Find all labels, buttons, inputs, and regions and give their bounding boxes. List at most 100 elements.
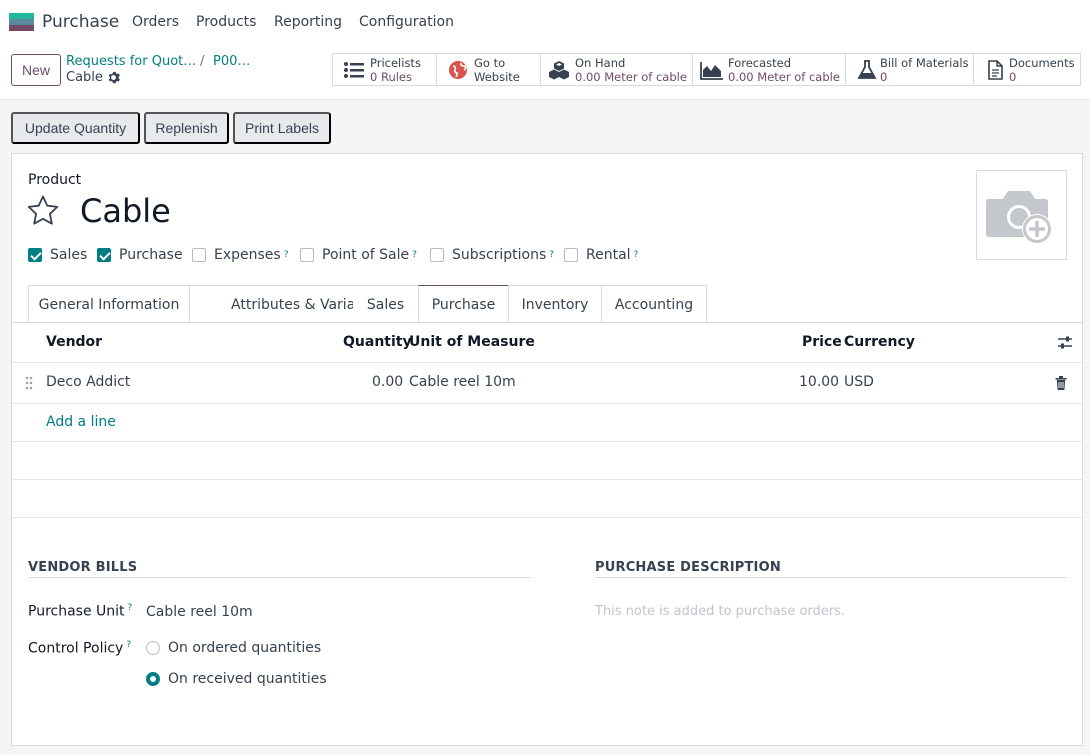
gear-icon[interactable] bbox=[107, 71, 120, 84]
subscriptions-check-box[interactable] bbox=[430, 248, 444, 262]
form-sheet: Product Cable Sales Purchase Expenses ? bbox=[11, 153, 1083, 746]
row-quantity[interactable]: 0.00 bbox=[372, 374, 403, 390]
on-hand-label: On Hand bbox=[575, 56, 626, 70]
point-of-sale-check-box[interactable] bbox=[300, 248, 314, 262]
app-name[interactable]: Purchase bbox=[42, 12, 119, 32]
purchase-unit-help-icon[interactable]: ? bbox=[128, 603, 133, 613]
pricelists-value: 0 Rules bbox=[370, 70, 412, 84]
breadcrumb-po[interactable]: P00… bbox=[213, 54, 250, 69]
column-unit-of-measure[interactable]: Unit of Measure bbox=[409, 334, 535, 350]
row-divider bbox=[12, 403, 1082, 404]
expenses-checkbox[interactable]: Expenses ? bbox=[192, 247, 289, 263]
expenses-help-icon[interactable]: ? bbox=[284, 250, 289, 260]
document-icon bbox=[988, 60, 1003, 80]
go-to-website-smart-button[interactable]: Go to Website bbox=[436, 53, 541, 86]
purchase-check-box[interactable] bbox=[97, 248, 111, 262]
add-line-divider bbox=[12, 441, 1082, 442]
subscriptions-checkbox[interactable]: Subscriptions ? bbox=[430, 247, 554, 263]
camera-add-icon bbox=[986, 191, 1052, 244]
go-to-label: Go to bbox=[474, 56, 506, 70]
drag-handle-icon[interactable] bbox=[25, 376, 33, 390]
row-vendor[interactable]: Deco Addict bbox=[46, 374, 130, 390]
documents-smart-button[interactable]: Documents 0 bbox=[973, 53, 1081, 86]
point-of-sale-checkbox[interactable]: Point of Sale ? bbox=[300, 247, 417, 263]
tab-sales[interactable]: Sales bbox=[353, 285, 419, 323]
tab-purchase[interactable]: Purchase bbox=[418, 285, 509, 323]
menu-reporting[interactable]: Reporting bbox=[274, 14, 342, 30]
purchase-description-divider bbox=[595, 577, 1067, 578]
subscriptions-help-icon[interactable]: ? bbox=[549, 250, 554, 260]
rental-check-label: Rental bbox=[586, 247, 631, 263]
forecasted-label: Forecasted bbox=[728, 56, 792, 70]
on-hand-smart-button[interactable]: On Hand 0.00 Meter of cable bbox=[540, 53, 693, 86]
vendor-bills-title: VENDOR BILLS bbox=[28, 560, 138, 575]
cubes-icon bbox=[549, 61, 569, 80]
header-divider bbox=[12, 362, 1082, 363]
print-labels-button[interactable]: Print Labels bbox=[233, 112, 331, 144]
bill-of-materials-smart-button[interactable]: Bill of Materials 0 bbox=[845, 53, 974, 86]
tab-accounting[interactable]: Accounting bbox=[601, 285, 707, 323]
pricelists-label: Pricelists bbox=[370, 56, 421, 70]
menu-configuration[interactable]: Configuration bbox=[359, 14, 454, 30]
purchase-unit-value[interactable]: Cable reel 10m bbox=[146, 604, 253, 620]
documents-value: 0 bbox=[1009, 70, 1017, 84]
expenses-check-box[interactable] bbox=[192, 248, 206, 262]
radio-ordered-circle[interactable] bbox=[146, 641, 160, 655]
sales-check-box[interactable] bbox=[28, 248, 42, 262]
row-price[interactable]: 10.00 bbox=[799, 374, 839, 390]
purchase-check-label: Purchase bbox=[119, 247, 183, 263]
star-icon[interactable] bbox=[26, 194, 60, 228]
add-a-line-link[interactable]: Add a line bbox=[46, 414, 116, 430]
row-currency[interactable]: USD bbox=[844, 374, 874, 390]
subscriptions-check-label: Subscriptions bbox=[452, 247, 547, 263]
rental-help-icon[interactable]: ? bbox=[634, 250, 639, 260]
rental-check-box[interactable] bbox=[564, 248, 578, 262]
column-vendor[interactable]: Vendor bbox=[46, 334, 102, 350]
sales-checkbox[interactable]: Sales bbox=[28, 247, 87, 263]
globe-icon bbox=[449, 61, 467, 79]
list-icon bbox=[344, 62, 364, 78]
control-policy-label: Control Policy? bbox=[28, 640, 131, 657]
website-label: Website bbox=[474, 70, 520, 84]
documents-label: Documents bbox=[1009, 56, 1075, 70]
update-quantity-button[interactable]: Update Quantity bbox=[11, 112, 140, 144]
row-unit-of-measure[interactable]: Cable reel 10m bbox=[409, 374, 516, 390]
breadcrumb-separator: / bbox=[200, 54, 205, 69]
forecasted-smart-button[interactable]: Forecasted 0.00 Meter of cable bbox=[692, 53, 846, 86]
menu-orders[interactable]: Orders bbox=[132, 14, 179, 30]
control-policy-label-text: Control Policy bbox=[28, 640, 124, 657]
breadcrumb-current: Cable bbox=[66, 70, 120, 85]
purchase-checkbox[interactable]: Purchase bbox=[97, 247, 183, 263]
breadcrumb-rfq[interactable]: Requests for Quot… bbox=[66, 54, 196, 69]
point-of-sale-help-icon[interactable]: ? bbox=[412, 250, 417, 260]
sales-check-label: Sales bbox=[50, 247, 88, 263]
radio-on-received-quantities[interactable]: On received quantities bbox=[146, 671, 327, 687]
purchase-description-title: PURCHASE DESCRIPTION bbox=[595, 560, 781, 575]
rental-checkbox[interactable]: Rental ? bbox=[564, 247, 638, 263]
control-policy-help-icon[interactable]: ? bbox=[126, 640, 131, 650]
product-image-placeholder[interactable] bbox=[976, 170, 1067, 260]
pricelists-smart-button[interactable]: Pricelists 0 Rules bbox=[332, 53, 437, 86]
tab-inventory[interactable]: Inventory bbox=[508, 285, 602, 323]
column-currency[interactable]: Currency bbox=[844, 334, 915, 350]
column-quantity[interactable]: Quantity bbox=[343, 334, 412, 350]
purchase-description-input[interactable]: This note is added to purchase orders. bbox=[595, 604, 845, 619]
breadcrumb-current-label: Cable bbox=[66, 70, 103, 85]
purchase-unit-label-text: Purchase Unit bbox=[28, 603, 125, 620]
tabs-divider bbox=[12, 322, 1082, 323]
new-button[interactable]: New bbox=[11, 54, 61, 86]
replenish-button[interactable]: Replenish bbox=[144, 112, 229, 144]
optional-columns-icon[interactable] bbox=[1057, 335, 1073, 351]
column-price[interactable]: Price bbox=[802, 334, 842, 350]
expenses-check-label: Expenses bbox=[214, 247, 281, 263]
top-navbar: Purchase Orders Products Reporting Confi… bbox=[0, 0, 1090, 44]
product-title[interactable]: Cable bbox=[80, 192, 171, 230]
radio-received-circle[interactable] bbox=[146, 672, 160, 686]
radio-received-label: On received quantities bbox=[168, 671, 327, 687]
on-hand-value: 0.00 Meter of cable bbox=[575, 70, 687, 84]
tab-general-information[interactable]: General Information bbox=[28, 285, 190, 323]
trash-icon[interactable] bbox=[1055, 376, 1067, 390]
app-logo-icon[interactable] bbox=[9, 13, 34, 31]
radio-on-ordered-quantities[interactable]: On ordered quantities bbox=[146, 640, 321, 656]
menu-products[interactable]: Products bbox=[196, 14, 256, 30]
